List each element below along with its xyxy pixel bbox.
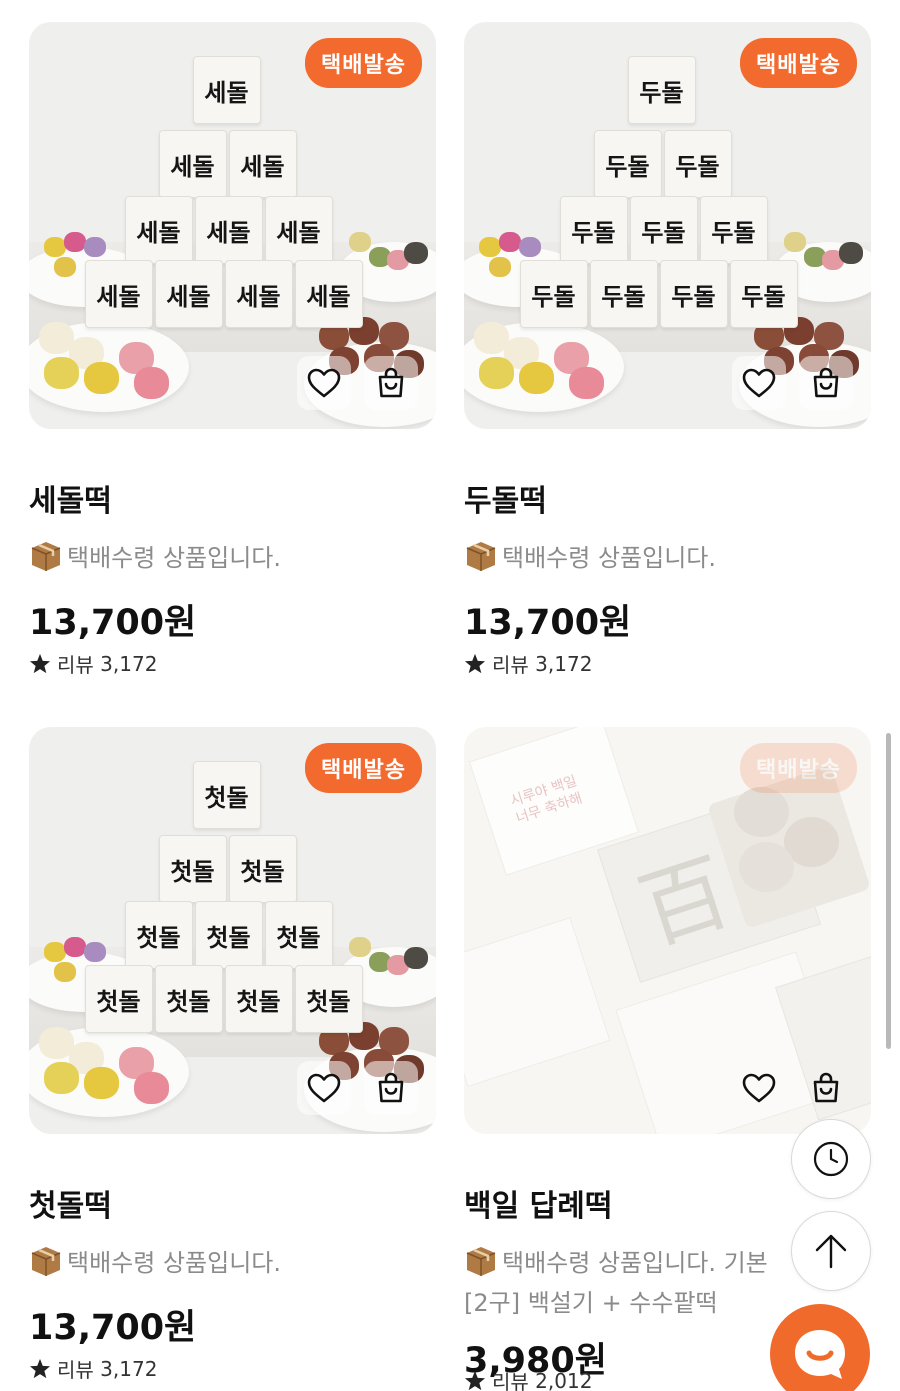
- add-to-cart-button[interactable]: [364, 356, 418, 410]
- product-description: 택배수령 상품입니다.: [464, 538, 716, 573]
- product-name[interactable]: 첫돌떡: [29, 1181, 112, 1225]
- add-to-cart-button[interactable]: [799, 1061, 853, 1115]
- star-icon: [464, 1370, 486, 1391]
- product-card[interactable]: 세돌 세돌 세돌 세돌 세돌 세돌 세돌 세돌 세돌 세돌 택배발송 세돌떡 택…: [29, 22, 436, 677]
- star-icon: [29, 653, 51, 674]
- delivery-badge: 택배발송: [305, 743, 422, 793]
- box-icon: [31, 541, 61, 571]
- product-image[interactable]: 시루야 백일 너무 축하해 百 택배발송: [464, 727, 871, 1134]
- product-image[interactable]: 세돌 세돌 세돌 세돌 세돌 세돌 세돌 세돌 세돌 세돌 택배발송: [29, 22, 436, 429]
- product-price: 13,700원: [464, 603, 632, 643]
- product-description-line2: [2구] 백설기 + 수수팥떡: [464, 1289, 718, 1317]
- chat-icon: [795, 1330, 845, 1379]
- delivery-badge: 택배발송: [305, 38, 422, 88]
- product-description: 택배수령 상품입니다. 기본: [464, 1243, 768, 1278]
- chat-button[interactable]: [770, 1304, 870, 1391]
- wishlist-button[interactable]: [297, 1061, 351, 1115]
- product-name[interactable]: 세돌떡: [29, 476, 112, 520]
- add-to-cart-button[interactable]: [799, 356, 853, 410]
- shopping-bag-icon: [813, 1072, 839, 1103]
- product-name[interactable]: 두돌떡: [464, 476, 547, 520]
- product-price: 13,700원: [29, 603, 197, 643]
- heart-icon: [742, 1073, 776, 1103]
- recently-viewed-button[interactable]: [791, 1119, 871, 1199]
- star-icon: [29, 1358, 51, 1379]
- product-description: 택배수령 상품입니다.: [29, 538, 281, 573]
- product-card[interactable]: 시루야 백일 너무 축하해 百 택배발송 백일 답례떡 택배수령 상품입니다. …: [464, 727, 871, 1391]
- review-summary[interactable]: 리뷰 3,172: [29, 649, 157, 678]
- heart-icon: [307, 368, 341, 398]
- heart-icon: [307, 1073, 341, 1103]
- star-icon: [464, 653, 486, 674]
- add-to-cart-button[interactable]: [364, 1061, 418, 1115]
- delivery-badge: 택배발송: [740, 743, 857, 793]
- review-summary[interactable]: 리뷰 3,172: [29, 1354, 157, 1383]
- wishlist-button[interactable]: [732, 1061, 786, 1115]
- review-summary[interactable]: 리뷰 3,172: [464, 649, 592, 678]
- shopping-bag-icon: [813, 367, 839, 398]
- box-icon: [466, 541, 496, 571]
- scrollbar-thumb[interactable]: [886, 733, 891, 1049]
- scroll-to-top-button[interactable]: [791, 1211, 871, 1291]
- shopping-bag-icon: [378, 367, 404, 398]
- product-image[interactable]: 첫돌 첫돌 첫돌 첫돌 첫돌 첫돌 첫돌 첫돌 첫돌 첫돌 택배발송: [29, 727, 436, 1134]
- product-description: 택배수령 상품입니다.: [29, 1243, 281, 1278]
- product-card[interactable]: 두돌 두돌 두돌 두돌 두돌 두돌 두돌 두돌 두돌 두돌 택배발송 두돌떡 택…: [464, 22, 871, 677]
- product-card[interactable]: 첫돌 첫돌 첫돌 첫돌 첫돌 첫돌 첫돌 첫돌 첫돌 첫돌 택배발송 첫돌떡 택…: [29, 727, 436, 1382]
- heart-icon: [742, 368, 776, 398]
- product-price: 13,700원: [29, 1308, 197, 1348]
- product-name[interactable]: 백일 답례떡: [464, 1181, 612, 1225]
- box-icon: [31, 1246, 61, 1276]
- arrow-up-icon: [815, 1234, 847, 1269]
- product-image[interactable]: 두돌 두돌 두돌 두돌 두돌 두돌 두돌 두돌 두돌 두돌 택배발송: [464, 22, 871, 429]
- wishlist-button[interactable]: [732, 356, 786, 410]
- box-icon: [466, 1246, 496, 1276]
- delivery-badge: 택배발송: [740, 38, 857, 88]
- shopping-bag-icon: [378, 1072, 404, 1103]
- review-summary[interactable]: 리뷰 2,012: [464, 1366, 592, 1391]
- wishlist-button[interactable]: [297, 356, 351, 410]
- clock-icon: [813, 1141, 849, 1177]
